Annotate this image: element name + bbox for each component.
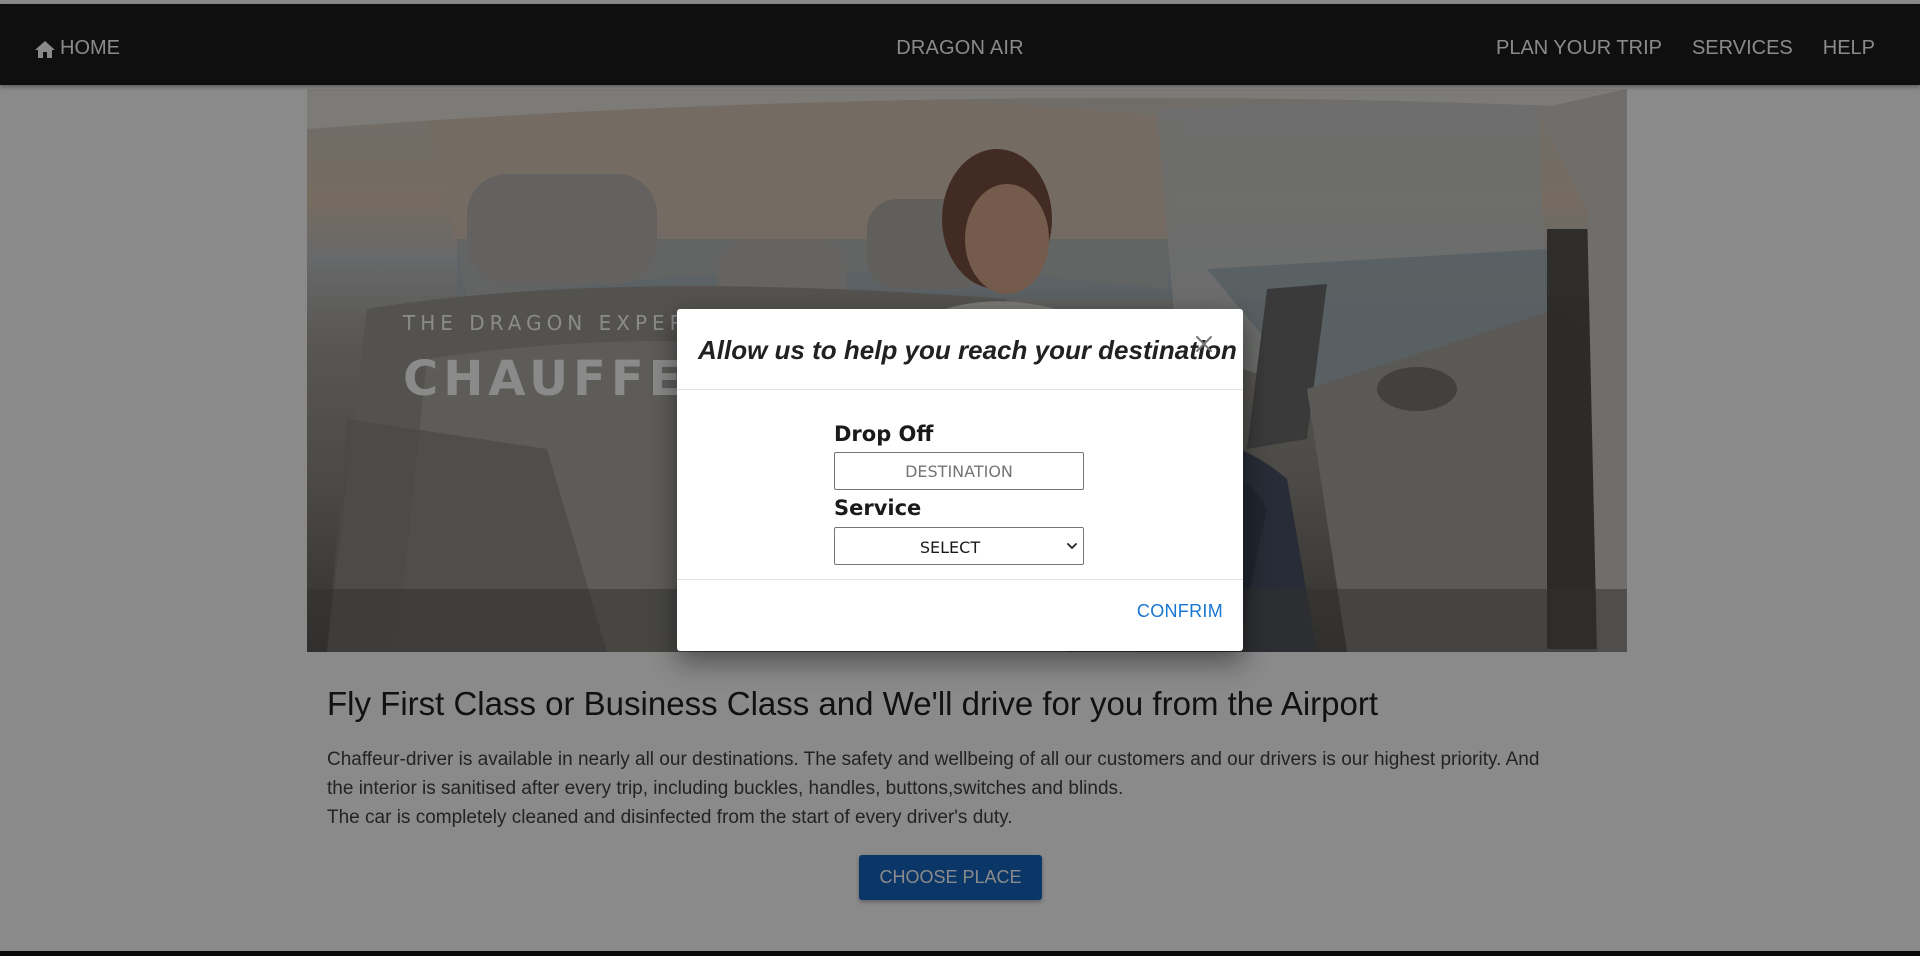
confirm-button[interactable]: CONFRIM — [1137, 601, 1223, 622]
dropoff-label: Drop Off — [834, 422, 934, 446]
service-label: Service — [834, 496, 922, 520]
close-icon[interactable] — [1192, 332, 1216, 356]
service-selected-value: SELECT — [919, 538, 981, 557]
destination-dialog: Allow us to help you reach your destinat… — [677, 309, 1243, 651]
chevron-down-icon — [1066, 540, 1078, 552]
service-select[interactable]: SELECT — [834, 527, 1084, 565]
dialog-title: Allow us to help you reach your destinat… — [698, 335, 1237, 365]
dialog-header: Allow us to help you reach your destinat… — [677, 309, 1243, 390]
destination-input[interactable] — [834, 452, 1084, 490]
dialog-footer: CONFRIM — [677, 580, 1243, 651]
dialog-body: Drop Off Service SELECT — [677, 390, 1243, 580]
